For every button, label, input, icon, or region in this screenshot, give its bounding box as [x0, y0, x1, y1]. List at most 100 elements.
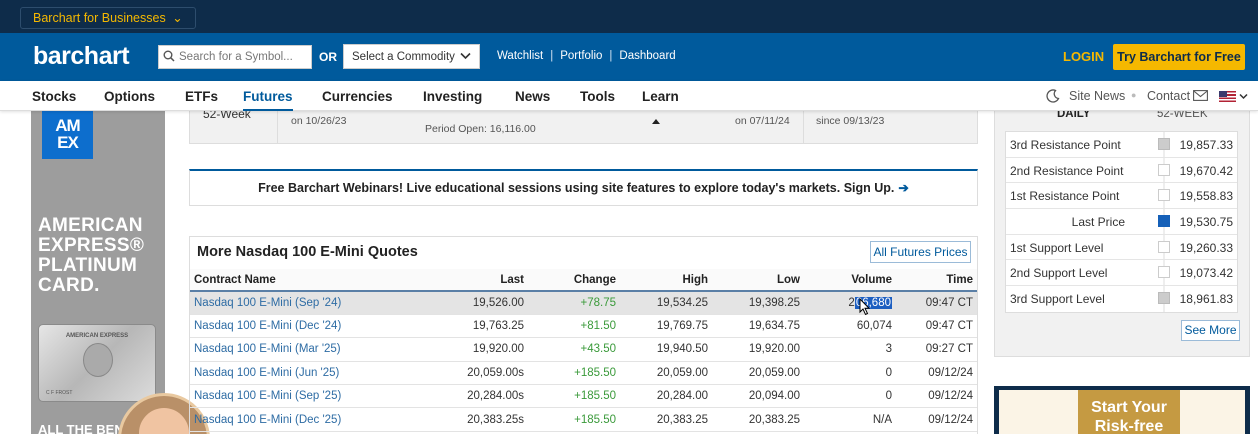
contract-link[interactable]: Nasdaq 100 E-Mini (Dec '25) [190, 407, 420, 432]
table-row[interactable]: Nasdaq 100 E-Mini (Jun '25) 20,059.00s +… [190, 361, 977, 386]
right-ad[interactable]: Start Your Risk-free [994, 386, 1250, 434]
col-high[interactable]: High [620, 269, 712, 292]
week-low-date: on 10/26/23 [291, 115, 347, 127]
nav-stocks[interactable]: Stocks [32, 89, 76, 104]
level-marker [1158, 163, 1170, 176]
watchlist-link[interactable]: Watchlist [497, 50, 543, 62]
contact-link[interactable]: Contact [1147, 89, 1190, 103]
time-cell: 09/12/24 [896, 384, 977, 409]
chevron-down-icon[interactable] [1239, 89, 1248, 103]
nav-futures[interactable]: Futures [243, 89, 293, 111]
webinar-banner[interactable]: Free Barchart Webinars! Live educational… [189, 169, 978, 206]
list-item: 2nd Support Level 19,073.42 [1006, 260, 1237, 287]
ad-line-risk: Risk-free [1094, 418, 1164, 434]
nav-news[interactable]: News [515, 89, 550, 104]
volume-cell: 0 [804, 384, 896, 409]
level-label: 1st Resistance Point [1010, 189, 1120, 204]
change-cell: +78.75 [528, 291, 620, 315]
level-value: 19,260.33 [1179, 240, 1233, 255]
low-cell: 19,920.00 [712, 337, 804, 362]
top-bar: Barchart for Businesses ⌄ [0, 0, 1258, 33]
commodity-select[interactable]: Select a Commodity [343, 44, 480, 69]
week-52-range: 52-Week on 10/26/23 Period Open: 16,116.… [189, 111, 978, 144]
ad-line-start: Start Your [1091, 399, 1167, 416]
level-value: 19,530.75 [1179, 215, 1233, 230]
divider [803, 111, 804, 144]
low-cell: 20,383.25 [712, 407, 804, 432]
daily-tab[interactable]: DAILY [1057, 111, 1090, 120]
contract-link[interactable]: Nasdaq 100 E-Mini (Sep '25) [190, 384, 420, 409]
volume-cell: 60,074 [804, 314, 896, 339]
table-row[interactable]: Nasdaq 100 E-Mini (Sep '25) 20,284.00s +… [190, 384, 977, 409]
nav-etfs[interactable]: ETFs [185, 89, 218, 104]
col-volume[interactable]: Volume [804, 269, 896, 292]
right-ad-inner: Start Your Risk-free [999, 390, 1245, 434]
amex-logo-line2: EX [57, 133, 79, 152]
card-title: AMERICAN EXPRESS [65, 333, 129, 339]
last-cell: 19,763.25 [420, 314, 528, 339]
level-value: 19,558.83 [1179, 189, 1233, 204]
col-last[interactable]: Last [420, 269, 528, 292]
see-more-button[interactable]: See More [1181, 320, 1240, 341]
col-change[interactable]: Change [528, 269, 620, 292]
nav-investing[interactable]: Investing [423, 89, 482, 104]
table-row[interactable]: Nasdaq 100 E-Mini (Dec '24) 19,763.25 +8… [190, 314, 977, 339]
level-marker [1158, 215, 1170, 228]
week52-tab[interactable]: 52-WEEK [1157, 111, 1208, 120]
ad-line-3: PLATINUM [38, 255, 138, 276]
nav-learn[interactable]: Learn [642, 89, 679, 104]
page-content: AM EX AMERICAN EXPRESS® PLATINUM CARD. A… [0, 111, 1258, 434]
since-date: since 09/13/23 [816, 115, 885, 127]
time-cell: 09/12/24 [896, 407, 977, 432]
centurion-face-icon [83, 343, 113, 377]
portfolio-link[interactable]: Portfolio [560, 50, 602, 62]
col-contract-name[interactable]: Contract Name [190, 269, 420, 292]
dashboard-link[interactable]: Dashboard [619, 50, 675, 62]
time-cell: 09:47 CT [896, 291, 977, 315]
col-time[interactable]: Time [896, 269, 977, 292]
level-marker [1158, 266, 1170, 279]
high-cell: 20,383.25 [620, 407, 712, 432]
symbol-search[interactable] [158, 45, 312, 69]
levels-table: 3rd Resistance Point 19,857.33 2nd Resis… [1005, 131, 1238, 313]
col-low[interactable]: Low [712, 269, 804, 292]
site-news-link[interactable]: Site News [1069, 89, 1125, 103]
level-label: 3rd Support Level [1010, 292, 1105, 307]
nav-options[interactable]: Options [104, 89, 155, 104]
high-cell: 19,534.25 [620, 291, 712, 315]
all-futures-prices-button[interactable]: All Futures Prices [870, 241, 971, 263]
try-free-button[interactable]: Try Barchart for Free [1113, 44, 1245, 70]
amex-logo-line1: AM [55, 116, 80, 135]
envelope-icon[interactable] [1193, 90, 1208, 104]
amex-ad[interactable]: AM EX AMERICAN EXPRESS® PLATINUM CARD. A… [31, 111, 165, 434]
time-cell: 09:27 CT [896, 337, 977, 362]
level-label: 2nd Support Level [1010, 266, 1108, 281]
nav-tools[interactable]: Tools [580, 89, 615, 104]
platinum-card-image: AMERICAN EXPRESS C F FROST [38, 324, 156, 402]
change-cell: +81.50 [528, 314, 620, 339]
list-item: 1st Support Level 19,260.33 [1006, 234, 1237, 261]
amex-logo: AM EX [42, 111, 93, 159]
login-link[interactable]: LOGIN [1063, 49, 1104, 64]
list-item: 1st Resistance Point 19,558.83 [1006, 183, 1237, 210]
businesses-menu[interactable]: Barchart for Businesses ⌄ [20, 7, 196, 29]
chevron-down-icon: ⌄ [172, 11, 183, 25]
us-flag-icon[interactable] [1219, 91, 1236, 102]
table-row[interactable]: Nasdaq 100 E-Mini (Mar '25) 19,920.00 +4… [190, 337, 977, 362]
search-input[interactable] [179, 51, 307, 63]
week-52-label: 52-Week [203, 111, 251, 121]
contract-link[interactable]: Nasdaq 100 E-Mini (Mar '25) [190, 337, 420, 362]
nav-currencies[interactable]: Currencies [322, 89, 393, 104]
main-header: barchart OR Select a Commodity Watchlist… [0, 33, 1258, 81]
contract-link[interactable]: Nasdaq 100 E-Mini (Sep '24) [190, 291, 420, 315]
high-cell: 20,059.00 [620, 361, 712, 386]
contract-link[interactable]: Nasdaq 100 E-Mini (Dec '24) [190, 314, 420, 339]
change-cell: +185.50 [528, 407, 620, 432]
barchart-logo[interactable]: barchart [33, 42, 130, 71]
level-marker [1158, 292, 1170, 305]
moon-icon[interactable] [1046, 89, 1060, 106]
contract-link[interactable]: Nasdaq 100 E-Mini (Jun '25) [190, 361, 420, 386]
caret-up-icon [652, 119, 660, 124]
table-row[interactable]: Nasdaq 100 E-Mini (Dec '25) 20,383.25s +… [190, 407, 977, 432]
quotes-table: Contract Name Last Change High Low Volum… [190, 269, 977, 432]
